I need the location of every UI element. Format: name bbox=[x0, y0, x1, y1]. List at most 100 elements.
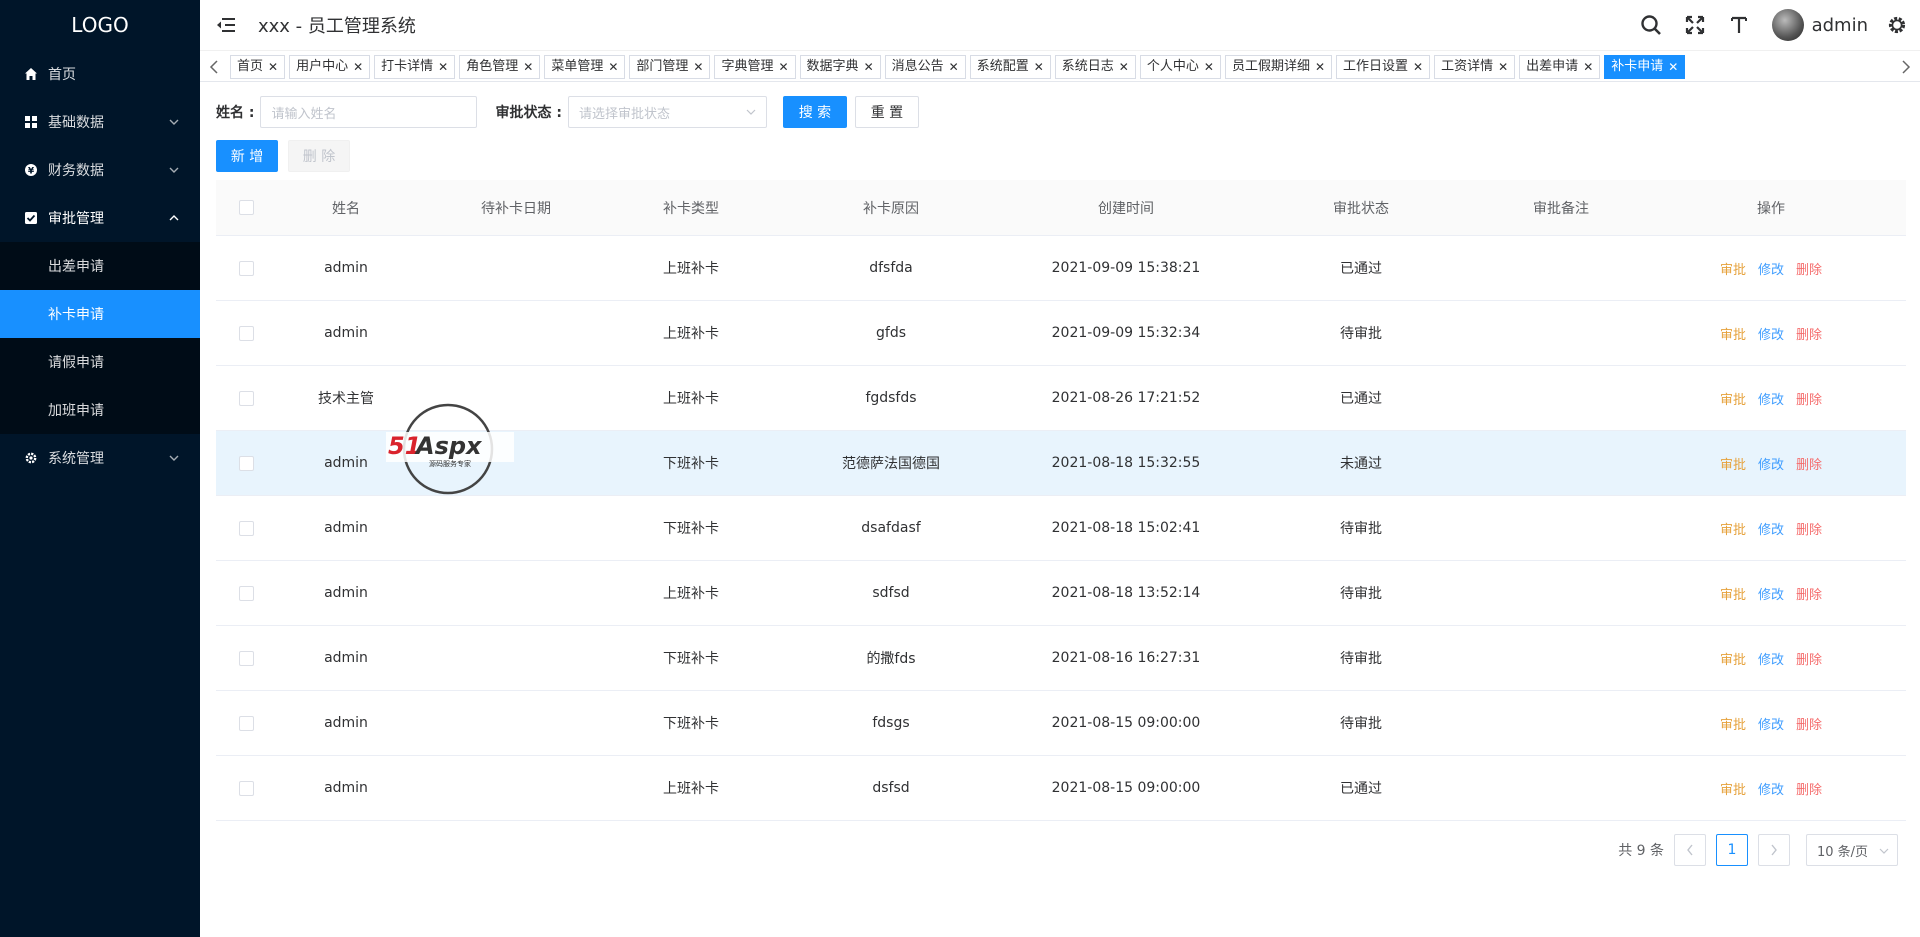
tab-tag[interactable]: 系统配置 ✕ bbox=[969, 55, 1051, 79]
edit-button[interactable]: 修改 bbox=[1758, 519, 1784, 538]
delete-row-button[interactable]: 删除 bbox=[1796, 389, 1822, 408]
table-row[interactable]: admin 下班补卡 的撒fds 2021-08-16 16:27:31 待审批 审批 修改… bbox=[216, 626, 1906, 691]
sidebar-item-leave[interactable]: 请假申请 bbox=[0, 338, 200, 386]
row-checkbox[interactable] bbox=[238, 715, 254, 731]
edit-button[interactable]: 修改 bbox=[1758, 649, 1784, 668]
tab-tag[interactable]: 出差申请 ✕ bbox=[1519, 55, 1601, 79]
name-input[interactable]: 请输入姓名 bbox=[260, 96, 478, 128]
close-icon[interactable]: ✕ bbox=[1498, 56, 1508, 78]
table-row[interactable]: admin 下班补卡 dsafdasf 2021-08-18 15:02:41 待审批 审… bbox=[216, 496, 1906, 561]
gear-icon[interactable] bbox=[1886, 14, 1908, 36]
row-checkbox[interactable] bbox=[238, 780, 254, 796]
sidebar-item-home[interactable]: 首页 bbox=[0, 50, 200, 98]
sidebar-item-card-supplement[interactable]: 补卡申请 bbox=[0, 290, 200, 338]
close-icon[interactable]: ✕ bbox=[608, 56, 618, 78]
tab-tag[interactable]: 补卡申请 ✕ bbox=[1604, 55, 1686, 79]
sidebar-item-system[interactable]: 系统管理 bbox=[0, 434, 200, 482]
audit-button[interactable]: 审批 bbox=[1720, 584, 1746, 603]
edit-button[interactable]: 修改 bbox=[1758, 584, 1784, 603]
audit-button[interactable]: 审批 bbox=[1720, 519, 1746, 538]
delete-row-button[interactable]: 删除 bbox=[1796, 714, 1822, 733]
tab-tag[interactable]: 数据字典 ✕ bbox=[799, 55, 881, 79]
tab-tag[interactable]: 消息公告 ✕ bbox=[884, 55, 966, 79]
delete-row-button[interactable]: 删除 bbox=[1796, 519, 1822, 538]
next-page-button[interactable] bbox=[1758, 834, 1790, 866]
delete-row-button[interactable]: 删除 bbox=[1796, 259, 1822, 278]
tab-tag[interactable]: 系统日志 ✕ bbox=[1054, 55, 1136, 79]
close-icon[interactable]: ✕ bbox=[438, 56, 448, 78]
close-icon[interactable]: ✕ bbox=[1583, 56, 1593, 78]
tab-tag[interactable]: 部门管理 ✕ bbox=[629, 55, 711, 79]
delete-row-button[interactable]: 删除 bbox=[1796, 324, 1822, 343]
row-checkbox[interactable] bbox=[238, 260, 254, 276]
tab-tag[interactable]: 角色管理 ✕ bbox=[459, 55, 541, 79]
row-checkbox[interactable] bbox=[238, 585, 254, 601]
tab-tag[interactable]: 字典管理 ✕ bbox=[714, 55, 796, 79]
page-size-select[interactable]: 10 条/页 bbox=[1806, 834, 1898, 866]
close-icon[interactable]: ✕ bbox=[268, 56, 278, 78]
tab-tag[interactable]: 菜单管理 ✕ bbox=[544, 55, 626, 79]
reset-button[interactable]: 重 置 bbox=[854, 96, 919, 128]
edit-button[interactable]: 修改 bbox=[1758, 324, 1784, 343]
row-checkbox[interactable] bbox=[238, 325, 254, 341]
close-icon[interactable]: ✕ bbox=[1119, 56, 1129, 78]
audit-button[interactable]: 审批 bbox=[1720, 714, 1746, 733]
table-row[interactable]: admin 上班补卡 dfsfda 2021-09-09 15:38:21 已通过 审批修… bbox=[216, 236, 1906, 301]
tab-tag[interactable]: 工作日设置 ✕ bbox=[1336, 55, 1431, 79]
fullscreen-icon[interactable] bbox=[1684, 14, 1706, 36]
tags-scroll-left-icon[interactable] bbox=[204, 51, 224, 83]
edit-button[interactable]: 修改 bbox=[1758, 389, 1784, 408]
table-row[interactable]: admin 上班补卡 sdfsd 2021-08-18 13:52:14 待审批 审批 修改… bbox=[216, 561, 1906, 626]
sidebar-item-business-trip[interactable]: 出差申请 bbox=[0, 242, 200, 290]
close-icon[interactable]: ✕ bbox=[353, 56, 363, 78]
row-checkbox[interactable] bbox=[238, 650, 254, 666]
add-button[interactable]: 新 增 bbox=[216, 140, 278, 172]
select-all-checkbox[interactable] bbox=[238, 200, 254, 215]
table-row[interactable]: admin 上班补卡 dsfsd 2021-08-15 09:00:00 已通过 审批 修改… bbox=[216, 756, 1906, 821]
tab-tag[interactable]: 首页 ✕ bbox=[230, 55, 286, 79]
tab-tag[interactable]: 工资详情 ✕ bbox=[1434, 55, 1516, 79]
close-icon[interactable]: ✕ bbox=[1204, 56, 1214, 78]
edit-button[interactable]: 修改 bbox=[1758, 779, 1784, 798]
delete-row-button[interactable]: 删除 bbox=[1796, 779, 1822, 798]
row-checkbox[interactable] bbox=[238, 455, 254, 471]
avatar[interactable] bbox=[1771, 9, 1804, 41]
sidebar-item-approval[interactable]: 审批管理 bbox=[0, 194, 200, 242]
close-icon[interactable]: ✕ bbox=[1315, 56, 1325, 78]
audit-button[interactable]: 审批 bbox=[1720, 389, 1746, 408]
sidebar-item-finance-data[interactable]: ¥ 财务数据 bbox=[0, 146, 200, 194]
table-row[interactable]: admin 上班补卡 gfds 2021-09-09 15:32:34 待审批 审批 修改删… bbox=[216, 301, 1906, 366]
close-icon[interactable]: ✕ bbox=[1413, 56, 1423, 78]
tab-tag[interactable]: 员工假期详细 ✕ bbox=[1224, 55, 1333, 79]
delete-row-button[interactable]: 删除 bbox=[1796, 584, 1822, 603]
close-icon[interactable]: ✕ bbox=[778, 56, 788, 78]
audit-button[interactable]: 审批 bbox=[1720, 779, 1746, 798]
close-icon[interactable]: ✕ bbox=[1668, 56, 1678, 78]
audit-button[interactable]: 审批 bbox=[1720, 324, 1746, 343]
delete-row-button[interactable]: 删除 bbox=[1796, 649, 1822, 668]
page-number[interactable]: 1 bbox=[1716, 834, 1748, 866]
edit-button[interactable]: 修改 bbox=[1758, 714, 1784, 733]
tab-tag[interactable]: 个人中心 ✕ bbox=[1139, 55, 1221, 79]
menu-fold-icon[interactable] bbox=[216, 15, 236, 35]
audit-button[interactable]: 审批 bbox=[1720, 649, 1746, 668]
search-button[interactable]: 搜 索 bbox=[782, 96, 847, 128]
close-icon[interactable]: ✕ bbox=[949, 56, 959, 78]
audit-button[interactable]: 审批 bbox=[1720, 454, 1746, 473]
close-icon[interactable]: ✕ bbox=[1034, 56, 1044, 78]
font-size-icon[interactable] bbox=[1728, 14, 1750, 36]
audit-button[interactable]: 审批 bbox=[1720, 259, 1746, 278]
sidebar-item-basic-data[interactable]: 基础数据 bbox=[0, 98, 200, 146]
table-row[interactable]: admin 下班补卡 fdsgs 2021-08-15 09:00:00 待审批 审批 修改… bbox=[216, 691, 1906, 756]
row-checkbox[interactable] bbox=[238, 520, 254, 536]
row-checkbox[interactable] bbox=[238, 390, 254, 406]
tab-tag[interactable]: 打卡详情 ✕ bbox=[374, 55, 456, 79]
tags-scroll-right-icon[interactable] bbox=[1896, 51, 1916, 83]
search-icon[interactable] bbox=[1640, 14, 1662, 36]
user-name[interactable]: admin bbox=[1812, 15, 1868, 36]
close-icon[interactable]: ✕ bbox=[523, 56, 533, 78]
close-icon[interactable]: ✕ bbox=[693, 56, 703, 78]
close-icon[interactable]: ✕ bbox=[864, 56, 874, 78]
delete-row-button[interactable]: 删除 bbox=[1796, 454, 1822, 473]
prev-page-button[interactable] bbox=[1674, 834, 1706, 866]
